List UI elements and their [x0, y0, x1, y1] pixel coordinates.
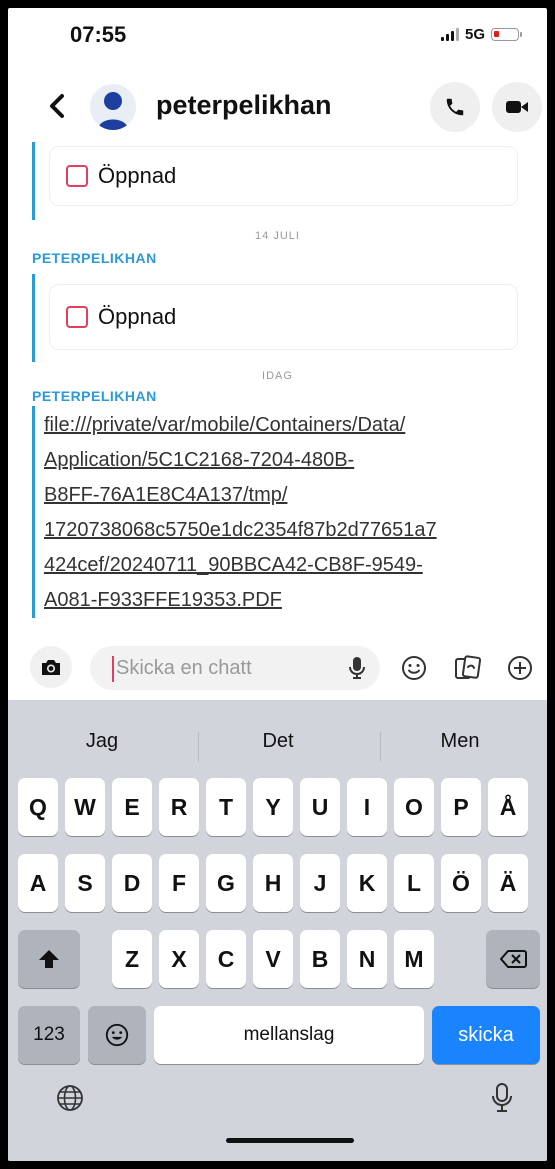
date-separator: 14 JULI — [255, 230, 300, 242]
key[interactable]: Q — [18, 778, 58, 836]
home-indicator[interactable] — [226, 1138, 354, 1143]
signal-icon — [440, 28, 459, 41]
file-link-line[interactable]: B8FF-76A1E8C4A137/tmp/ — [44, 478, 524, 513]
video-call-button[interactable] — [492, 82, 542, 132]
battery-icon — [491, 28, 522, 41]
file-link[interactable]: file:///private/var/mobile/Containers/Da… — [44, 408, 524, 618]
globe-icon — [57, 1085, 83, 1111]
key[interactable]: W — [65, 778, 105, 836]
key[interactable]: V — [253, 930, 293, 988]
avatar[interactable] — [90, 84, 136, 130]
chat-input[interactable] — [116, 646, 316, 690]
unopened-snap-icon — [66, 306, 88, 328]
chat-messages: Öppnad 14 JULI PETERPELIKHAN Öppnad IDAG… — [8, 142, 547, 638]
message-snap-status: Öppnad — [32, 142, 532, 220]
chat-header: peterpelikhan — [8, 70, 547, 142]
key[interactable]: T — [206, 778, 246, 836]
key[interactable]: O — [394, 778, 434, 836]
numbers-key[interactable]: 123 — [18, 1006, 80, 1064]
key[interactable]: G — [206, 854, 246, 912]
text-cursor — [112, 656, 114, 682]
call-button[interactable] — [430, 82, 480, 132]
phone-screen: 07:55 5G peterpelikhan Öppnad 14 JULI PE… — [8, 8, 547, 1161]
snap-status-label: Öppnad — [98, 163, 177, 188]
key[interactable]: B — [300, 930, 340, 988]
key[interactable]: Ö — [441, 854, 481, 912]
backspace-icon — [500, 950, 527, 968]
key[interactable]: Å — [488, 778, 528, 836]
sender-name: PETERPELIKHAN — [32, 388, 157, 404]
camera-icon — [42, 660, 60, 675]
emoji-icon — [105, 1023, 129, 1047]
key[interactable]: H — [253, 854, 293, 912]
message-snap-status: Öppnad — [32, 274, 532, 362]
key[interactable]: C — [206, 930, 246, 988]
snap-status-card[interactable]: Öppnad — [49, 284, 518, 350]
video-camera-icon — [506, 101, 528, 113]
file-link-line[interactable]: file:///private/var/mobile/Containers/Da… — [44, 408, 524, 443]
cards-icon — [455, 655, 482, 679]
status-indicators: 5G — [440, 26, 522, 43]
plus-button[interactable] — [504, 652, 536, 684]
suggestion-item[interactable]: Jag — [22, 730, 182, 753]
key[interactable]: K — [347, 854, 387, 912]
date-separator: IDAG — [262, 370, 293, 382]
space-key[interactable]: mellanslag — [154, 1006, 424, 1064]
key[interactable]: I — [347, 778, 387, 836]
shift-key[interactable] — [18, 930, 80, 988]
emoji-button[interactable] — [398, 652, 430, 684]
key[interactable]: N — [347, 930, 387, 988]
sender-name: PETERPELIKHAN — [32, 250, 157, 266]
snap-status-card[interactable]: Öppnad — [49, 146, 518, 206]
chevron-left-icon — [50, 94, 64, 118]
network-type: 5G — [464, 26, 485, 43]
plus-circle-icon — [508, 656, 532, 680]
status-bar: 07:55 5G — [8, 8, 547, 68]
contact-name[interactable]: peterpelikhan — [156, 90, 332, 121]
key[interactable]: P — [441, 778, 481, 836]
key[interactable]: L — [394, 854, 434, 912]
status-time: 07:55 — [70, 22, 127, 47]
chat-input-bar — [8, 640, 547, 696]
camera-button[interactable] — [30, 646, 72, 688]
file-link-line[interactable]: 424cef/20240711_90BBCA42-CB8F-9549- — [44, 548, 524, 583]
microphone-icon — [492, 1083, 512, 1112]
key[interactable]: X — [159, 930, 199, 988]
key[interactable]: A — [18, 854, 58, 912]
key[interactable]: Y — [253, 778, 293, 836]
stickers-button[interactable] — [452, 652, 484, 684]
dictation-key[interactable] — [482, 1076, 522, 1120]
key[interactable]: S — [65, 854, 105, 912]
key[interactable]: E — [112, 778, 152, 836]
back-button[interactable] — [46, 92, 68, 120]
suggestion-item[interactable]: Det — [198, 730, 358, 753]
key[interactable]: F — [159, 854, 199, 912]
backspace-key[interactable] — [486, 930, 540, 988]
suggestion-item[interactable]: Men — [380, 730, 540, 753]
send-key[interactable]: skicka — [432, 1006, 540, 1064]
file-link-line[interactable]: A081-F933FFE19353.PDF — [44, 583, 524, 618]
key[interactable]: D — [112, 854, 152, 912]
voice-note-button[interactable] — [348, 656, 366, 685]
globe-key[interactable] — [50, 1078, 90, 1118]
emoji-key[interactable] — [88, 1006, 146, 1064]
key[interactable]: R — [159, 778, 199, 836]
microphone-icon — [349, 657, 365, 679]
user-avatar-icon — [98, 92, 128, 130]
chat-input-container[interactable] — [90, 646, 380, 690]
key[interactable]: U — [300, 778, 340, 836]
smiley-icon — [402, 656, 426, 680]
key[interactable]: Ä — [488, 854, 528, 912]
phone-icon — [446, 98, 464, 116]
key[interactable]: M — [394, 930, 434, 988]
unopened-snap-icon — [66, 165, 88, 187]
keyboard: Jag Det Men Q W E R T Y U I O P Å A S D … — [8, 700, 547, 1161]
snap-status-label: Öppnad — [98, 304, 177, 329]
file-link-line[interactable]: Application/5C1C2168-7204-480B- — [44, 443, 524, 478]
key[interactable]: J — [300, 854, 340, 912]
shift-arrow-icon — [39, 950, 59, 968]
key[interactable]: Z — [112, 930, 152, 988]
file-link-line[interactable]: 1720738068c5750e1dc2354f87b2d77651a7 — [44, 513, 524, 548]
